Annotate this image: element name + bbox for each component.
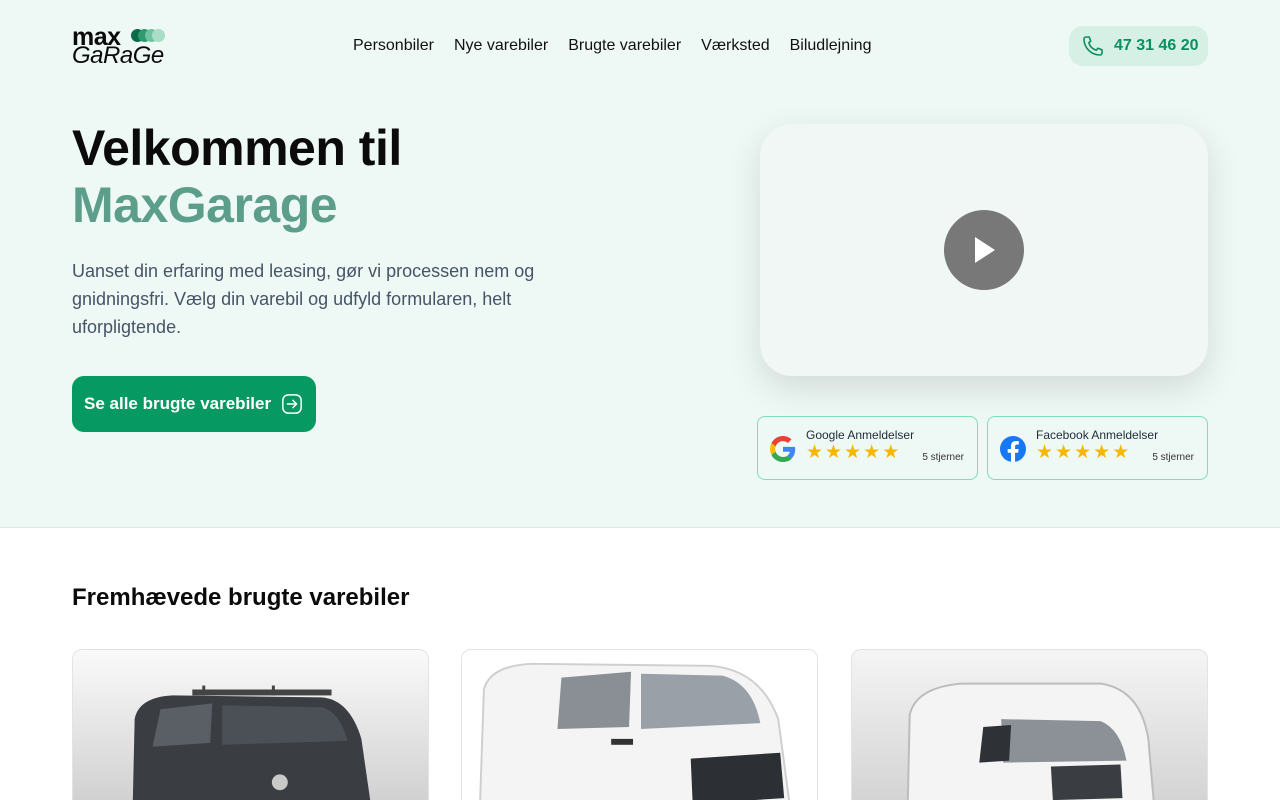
nav-vaerksted[interactable]: Værksted — [701, 36, 769, 56]
nav-personbiler[interactable]: Personbiler — [353, 36, 434, 56]
featured-section-title: Fremhævede brugte varebiler — [72, 584, 410, 611]
nav-brugte-varebiler[interactable]: Brugte varebiler — [568, 36, 681, 56]
star-icon: ★ — [1055, 442, 1073, 463]
star-icon: ★ — [825, 442, 843, 463]
star-icon: ★ — [844, 442, 862, 463]
review-title: Facebook Anmeldelser — [1036, 428, 1159, 442]
phone-button[interactable]: 47 31 46 20 — [1069, 26, 1208, 66]
van-photo-white — [852, 650, 1207, 800]
van-card[interactable] — [851, 649, 1208, 800]
review-count: 5 stjerner — [922, 452, 964, 463]
phone-number: 47 31 46 20 — [1114, 37, 1199, 54]
google-reviews-badge[interactable]: Google Anmeldelser ★ ★ ★ ★ ★ 5 stjerner — [757, 416, 978, 480]
cta-label: Se alle brugte varebiler — [84, 394, 272, 413]
review-title: Google Anmeldelser — [806, 428, 915, 442]
maxgarage-logo[interactable]: max GaRaGe — [72, 23, 176, 69]
star-icon: ★ — [1036, 442, 1054, 463]
logo-garage-text: GaRaGe — [72, 42, 164, 69]
hero-title-brand: MaxGarage — [72, 177, 338, 233]
video-player[interactable] — [760, 124, 1208, 376]
star-icon: ★ — [863, 442, 881, 463]
phone-icon — [1083, 36, 1103, 56]
star-rating: ★ ★ ★ ★ ★ — [1036, 443, 1129, 463]
star-icon: ★ — [1093, 442, 1111, 463]
main-nav: Personbiler Nye varebiler Brugte varebil… — [353, 36, 871, 56]
facebook-reviews-badge[interactable]: Facebook Anmeldelser ★ ★ ★ ★ ★ 5 stjerner — [987, 416, 1208, 480]
van-card[interactable] — [461, 649, 818, 800]
star-rating: ★ ★ ★ ★ ★ — [806, 443, 899, 463]
review-count: 5 stjerner — [1152, 452, 1194, 463]
logo-dots-icon — [131, 29, 171, 42]
star-icon: ★ — [1112, 442, 1130, 463]
google-icon — [770, 436, 796, 462]
van-photo-dark — [73, 650, 428, 800]
star-icon: ★ — [882, 442, 900, 463]
van-photo-white — [462, 650, 817, 800]
star-icon: ★ — [806, 442, 824, 463]
star-icon: ★ — [1074, 442, 1092, 463]
van-card[interactable] — [72, 649, 429, 800]
hero-title: Velkommen til — [72, 120, 402, 176]
facebook-icon — [1000, 436, 1026, 462]
arrow-right-icon — [282, 394, 302, 414]
hero-lead: Uanset din erfaring med leasing, gør vi … — [72, 261, 535, 337]
see-all-used-vans-button[interactable]: Se alle brugte varebiler — [72, 376, 316, 432]
nav-biludlejning[interactable]: Biludlejning — [790, 36, 872, 56]
play-icon — [975, 237, 995, 263]
play-button[interactable] — [944, 210, 1024, 290]
nav-nye-varebiler[interactable]: Nye varebiler — [454, 36, 548, 56]
